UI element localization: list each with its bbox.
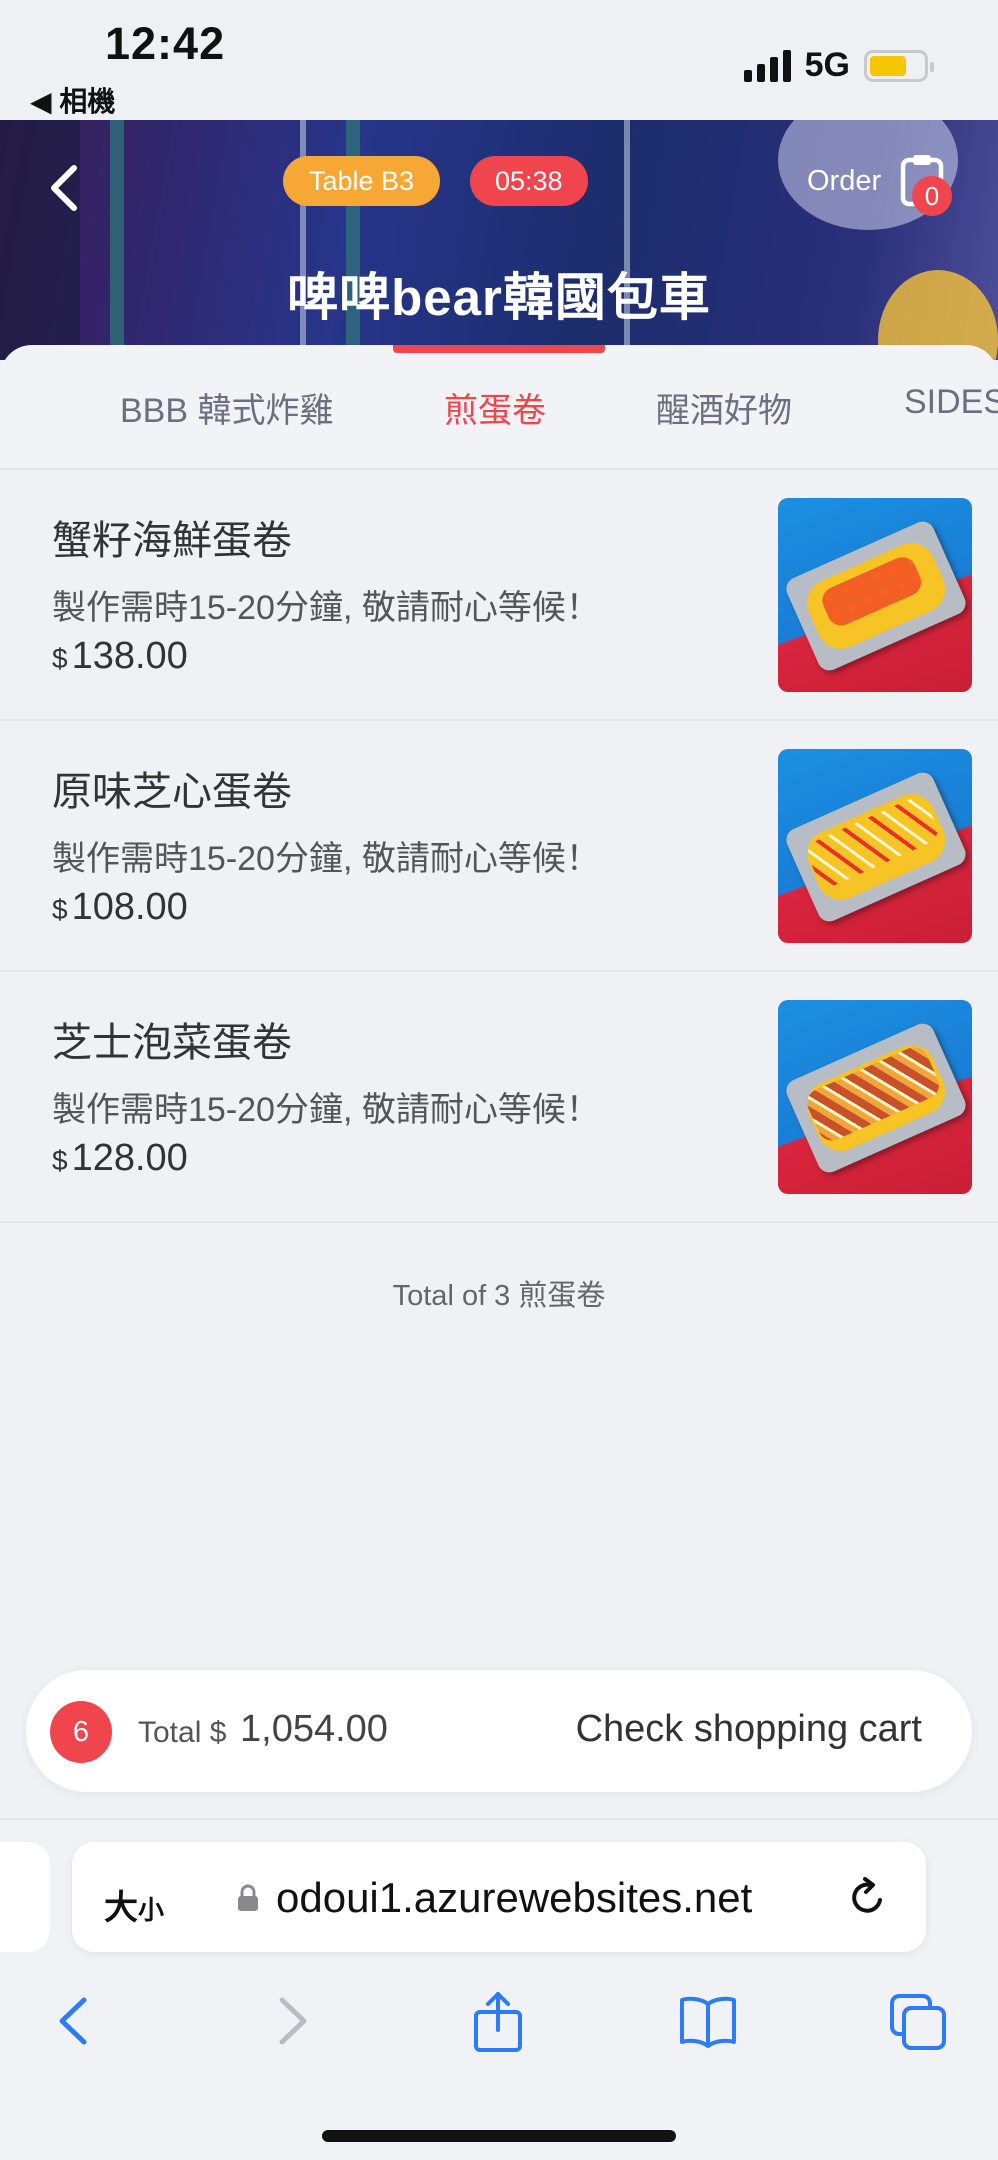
item-name: 芝士泡菜蛋卷 <box>52 1021 292 1065</box>
address-bar[interactable]: 大小 odoui1.azurewebsites.net <box>72 1842 926 1952</box>
active-tab-indicator <box>393 345 605 353</box>
browser-back-icon[interactable] <box>46 1990 106 2052</box>
currency-symbol: $ <box>52 894 68 925</box>
category-tabs: BBB 韓式炸雞 煎蛋卷 醒酒好物 SIDES <box>0 345 998 470</box>
bookmarks-icon[interactable] <box>678 1990 738 2052</box>
item-description: 製作需時15-20分鐘, 敬請耐心等候！ <box>52 1091 600 1129</box>
tab-sides[interactable]: SIDES <box>904 383 998 422</box>
item-price: $138.00 <box>52 635 188 678</box>
status-bar: 12:42 ◀ 相機 5G <box>0 0 998 120</box>
back-button[interactable] <box>44 160 88 216</box>
cart-total-value: 1,054.00 <box>240 1708 388 1750</box>
menu-item[interactable]: 原味芝心蛋卷 製作需時15-20分鐘, 敬請耐心等候！ $108.00 <box>0 721 998 972</box>
timer-badge: 05:38 <box>470 156 588 206</box>
cellular-signal-icon <box>743 49 791 82</box>
order-button[interactable]: Order <box>807 165 881 198</box>
store-header: Table B3 05:38 Order 0 啤啤bear韓國包車 <box>0 120 998 360</box>
home-indicator <box>322 2130 676 2142</box>
chevron-left-icon <box>51 165 77 211</box>
tab-hangover-goods[interactable]: 醒酒好物 <box>656 383 792 432</box>
item-price: $128.00 <box>52 1137 188 1180</box>
back-to-app-link[interactable]: ◀ 相機 <box>30 80 115 120</box>
item-name: 蟹籽海鮮蛋卷 <box>52 519 292 563</box>
item-name: 原味芝心蛋卷 <box>52 770 292 814</box>
order-count-badge: 0 <box>912 176 952 216</box>
status-time: 12:42 <box>105 18 226 69</box>
reload-icon[interactable] <box>846 1876 890 1920</box>
item-photo[interactable] <box>778 749 972 943</box>
item-price: $108.00 <box>52 886 188 929</box>
menu-item[interactable]: 蟹籽海鮮蛋卷 製作需時15-20分鐘, 敬請耐心等候！ $138.00 <box>0 470 998 721</box>
browser-toolbar: 大小 odoui1.azurewebsites.net <box>0 1818 998 2160</box>
text-size-small: 小 <box>138 1895 165 1925</box>
currency-symbol: $ <box>52 643 68 674</box>
price-value: 138.00 <box>71 635 188 677</box>
text-size-large: 大 <box>104 1889 138 1927</box>
tab-omelette-roll[interactable]: 煎蛋卷 <box>444 383 546 432</box>
browser-forward-icon[interactable] <box>260 1990 320 2052</box>
price-value: 128.00 <box>71 1137 188 1179</box>
item-description: 製作需時15-20分鐘, 敬請耐心等候！ <box>52 840 600 878</box>
currency-symbol: $ <box>52 1145 68 1176</box>
tabs-icon[interactable] <box>888 1990 948 2052</box>
cart-bar[interactable]: 6 Total $ 1,054.00 Check shopping cart <box>26 1670 972 1792</box>
table-badge: Table B3 <box>283 156 441 206</box>
price-value: 108.00 <box>71 886 188 928</box>
item-description: 製作需時15-20分鐘, 敬請耐心等候！ <box>52 589 600 627</box>
lock-icon <box>238 1884 258 1911</box>
check-shopping-cart-button[interactable]: Check shopping cart <box>576 1708 922 1751</box>
item-photo[interactable] <box>778 1000 972 1194</box>
item-photo[interactable] <box>778 498 972 692</box>
menu-list: 蟹籽海鮮蛋卷 製作需時15-20分鐘, 敬請耐心等候！ $138.00 原味芝心… <box>0 470 998 1223</box>
battery-icon <box>864 49 934 82</box>
category-item-count: Total of 3 煎蛋卷 <box>392 1280 606 1312</box>
url-text[interactable]: odoui1.azurewebsites.net <box>276 1874 752 1922</box>
previous-tab-preview[interactable] <box>0 1842 50 1952</box>
status-indicators: 5G <box>743 46 934 85</box>
store-title: 啤啤bear韓國包車 <box>287 269 711 326</box>
tab-korean-fried-chicken[interactable]: BBB 韓式炸雞 <box>120 383 333 432</box>
text-size-button[interactable]: 大小 <box>104 1880 164 1929</box>
cart-total-label: Total $ <box>138 1716 227 1749</box>
network-type: 5G <box>804 46 850 84</box>
menu-item[interactable]: 芝士泡菜蛋卷 製作需時15-20分鐘, 敬請耐心等候！ $128.00 <box>0 972 998 1223</box>
cart-count-badge: 6 <box>50 1701 112 1763</box>
share-icon[interactable] <box>468 1990 528 2052</box>
